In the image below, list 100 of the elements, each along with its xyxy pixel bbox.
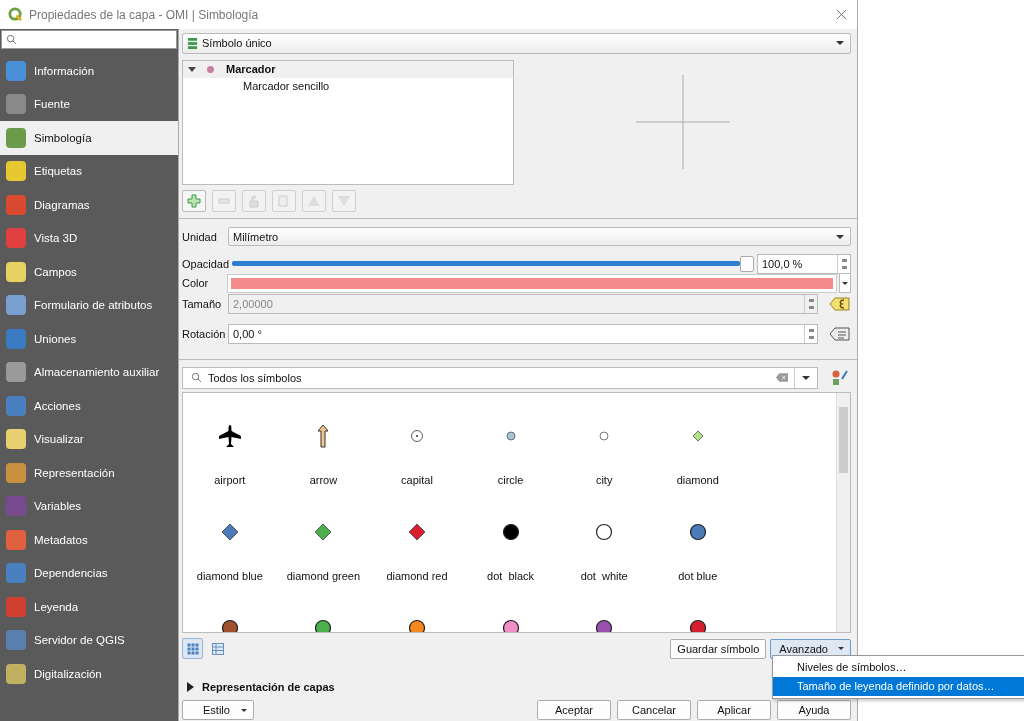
stack-icon [187,36,198,50]
dialog-button[interactable]: Ayuda [777,700,851,721]
tile-icon [6,596,26,617]
tile-icon [6,328,26,349]
symbol-label: dot white [580,570,628,583]
tile-icon [6,194,26,215]
circle-icon[interactable] [596,524,613,541]
opacity-spinbox[interactable]: 100,0 % [757,254,851,275]
sidebar-item[interactable]: Digitalización [0,657,178,691]
tile-icon [6,663,26,684]
advanced-button[interactable]: Avanzado [770,638,851,659]
tree-item[interactable]: Marcador [183,60,513,78]
menu-item[interactable]: Niveles de símbolos… [773,658,1024,677]
renderer-dropdown[interactable]: Símbolo único [182,33,851,54]
field-label: Opacidad [182,257,230,272]
expand-icon[interactable] [188,66,196,72]
sidebar-item[interactable]: Fuente [0,87,178,121]
sidebar-item[interactable]: Información [0,54,178,88]
diamond-icon[interactable] [221,523,239,541]
lock-icon [247,193,261,208]
symbol-label: arrow [309,474,338,487]
field-label: Color [182,276,210,291]
tile-icon [6,261,26,282]
symbol-search-field[interactable]: Todos los símbolos [182,366,818,389]
sidebar-item[interactable]: Campos [0,255,178,289]
tile-icon [6,529,26,550]
sidebar-item[interactable]: Metadatos [0,523,178,557]
circle-icon[interactable] [502,524,519,541]
style-button[interactable]: Estilo [182,700,254,721]
sidebar-item[interactable]: Diagramas [0,188,178,222]
sidebar-item[interactable]: Visualizar [0,422,178,456]
tree-item[interactable]: Marcador sencillo [183,77,513,95]
dialog-button[interactable]: Aplicar [697,700,771,721]
sidebar-item[interactable]: Formulario de atributos [0,288,178,322]
diamond-icon[interactable] [692,430,704,442]
sidebar-item[interactable]: Variables [0,489,178,523]
symbol-label: city [595,474,613,487]
data-defined-icon[interactable] [829,324,851,343]
sidebar-item[interactable]: Leyenda [0,590,178,624]
sidebar-item[interactable]: Simbología [0,121,178,155]
circle-icon[interactable] [689,524,706,541]
window-title: Propiedades de la capa - OMI | Simbología [29,7,260,22]
caret-icon [836,234,844,239]
plane-icon[interactable] [218,425,241,448]
tile-icon [6,395,26,416]
arrow-icon[interactable] [317,424,329,448]
sidebar-item[interactable]: Etiquetas [0,154,178,188]
tile-icon [6,295,26,316]
rotation-spinbox[interactable]: 0,00 ° [228,323,818,344]
search-field[interactable] [1,30,177,49]
sidebar-item[interactable]: Servidor de QGIS [0,623,178,657]
tile-icon [6,630,26,651]
plus-icon [187,193,201,208]
opacity-slider[interactable] [232,256,754,273]
caret-icon [836,41,844,46]
sidebar-item[interactable]: Uniones [0,322,178,356]
layer-rendering-section[interactable]: Representación de capas [182,677,335,696]
tile-icon [6,161,26,182]
search-icon [191,372,202,384]
clear-icon[interactable] [776,373,788,383]
app-logo-icon [8,7,23,22]
tile-icon [6,362,26,383]
field-label: Unidad [182,229,218,244]
color-dropdown-button[interactable] [839,273,851,294]
sidebar-item[interactable]: Acciones [0,389,178,423]
expand-icon[interactable] [187,681,194,692]
spin-arrows-icon [804,295,817,314]
dialog-button[interactable]: Aceptar [537,700,611,721]
field-label: Tamaño [182,297,223,312]
tile-icon [6,496,26,517]
spin-arrows-icon [837,255,850,274]
diamond-icon[interactable] [408,523,426,541]
save-symbol-button[interactable]: Guardar símbolo [670,638,767,659]
sidebar-item[interactable]: Representación [0,456,178,490]
close-icon[interactable] [836,9,847,20]
sidebar-item[interactable]: Vista 3D [0,221,178,255]
color-button[interactable] [228,274,836,292]
view-mode-button[interactable] [182,638,203,660]
spin-arrows-icon [804,324,817,343]
unit-dropdown[interactable]: Milímetro [228,227,851,246]
tile-icon [6,127,26,148]
sidebar-item[interactable]: Almacenamiento auxiliar [0,355,178,389]
list-icon [211,642,224,655]
field-label: Rotación [182,326,225,341]
scrollbar[interactable] [836,393,850,633]
slider-handle[interactable] [740,256,754,273]
tile-icon [6,228,26,249]
symbol-label: dot black [487,570,535,583]
symbol-label: airport [214,474,246,487]
expression-icon[interactable] [829,295,851,314]
diamond-icon[interactable] [315,523,332,541]
crosshair-preview-icon [635,75,730,170]
sidebar-item[interactable]: Dependencias [0,556,178,590]
symbol-label: capital [401,474,433,487]
dialog-button[interactable]: Cancelar [617,700,691,721]
target-icon[interactable] [411,430,423,443]
symbol-label: diamond green [286,570,361,583]
symbol-label: dot blue [678,570,718,583]
search-icon [6,34,17,45]
menu-item[interactable]: Tamaño de leyenda definido por datos… [773,677,1024,696]
